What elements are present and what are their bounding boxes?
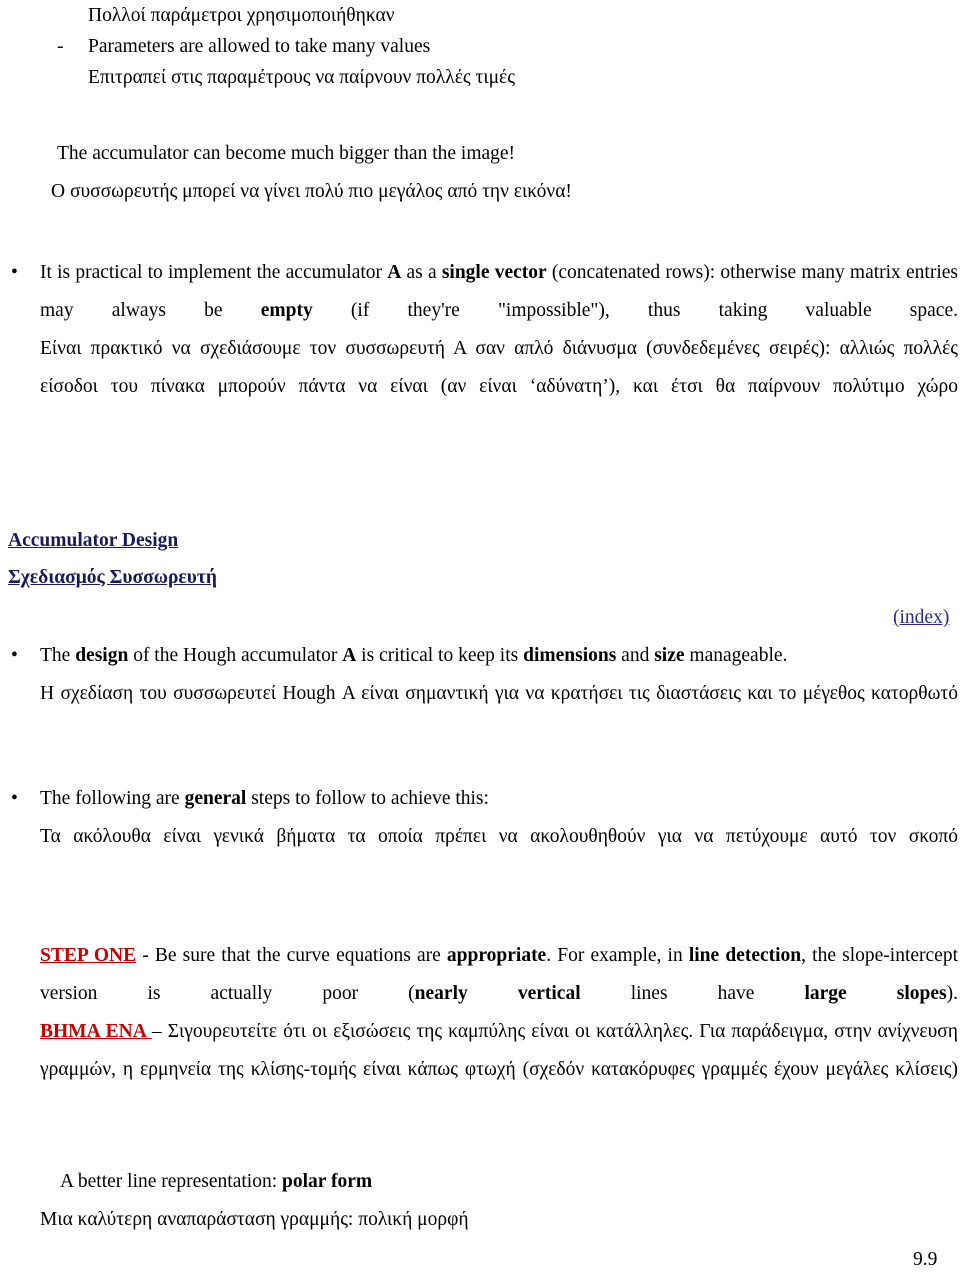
general-steps-greek-paragraph: Τα ακόλουθα είναι γενικά βήματα τα οποία… — [40, 826, 958, 847]
intro-greek-line-2: Επιτραπεί στις παραμέτρους να παίρνουν π… — [88, 67, 515, 88]
ad-bold-dimensions: dimensions — [523, 645, 617, 666]
gs-text-2: steps to follow to achieve this: — [246, 788, 489, 809]
intro-greek-line-3: Ο συσσωρευτής μπορεί να γίνει πολύ πιο μ… — [51, 181, 572, 202]
pf-bold-polar-form: polar form — [282, 1171, 373, 1192]
s1-bold-nearly-vertical: nearly vertical — [414, 983, 581, 1004]
ad-text-2: of the Hough accumulator — [128, 645, 343, 666]
s1-text-1: - Be sure that the curve equations are — [136, 945, 447, 966]
accumulator-design-greek-paragraph: Η σχεδίαση του συσσωρευτεί Hough Α είναι… — [40, 683, 958, 704]
practical-greek-paragraph: Είναι πρακτικό να σχεδιάσουμε τον συσσωρ… — [40, 338, 958, 397]
pf-text-1: A better line representation: — [60, 1171, 283, 1192]
gs-text-1: The following are — [40, 788, 185, 809]
index-link[interactable]: (index) — [893, 603, 949, 633]
ad-text-5: manageable. — [684, 645, 788, 666]
ad-bold-size: size — [654, 645, 685, 666]
dash-bullet-icon: - — [57, 36, 64, 57]
document-page: Πολλοί παράμετροι χρησιμοποιήθηκαν - Par… — [0, 0, 960, 1282]
bullet-icon-general-steps: • — [11, 788, 18, 809]
page-number: 9.9 — [913, 1249, 938, 1270]
ad-text-1: The — [40, 645, 76, 666]
accumulator-design-heading-greek[interactable]: Σχεδιασμός Συσσωρευτή — [8, 563, 217, 593]
s1-bold-appropriate: appropriate — [446, 945, 547, 966]
practical-text-4: (if they're "impossible"), thus taking v… — [312, 300, 958, 321]
practical-bold-single-vector: single vector — [441, 262, 547, 283]
ad-text-3: is critical to keep its — [356, 645, 524, 666]
s1-text-4: lines have — [580, 983, 805, 1004]
practical-text-2: as a — [401, 262, 442, 283]
s1-bold-large-slopes: large slopes — [804, 983, 947, 1004]
s1-greek-text: – Σιγουρευτείτε ότι οι εξισώσεις της καμ… — [40, 1021, 958, 1080]
practical-bold-empty: empty — [260, 300, 313, 321]
ad-bold-design: design — [75, 645, 129, 666]
ad-bold-a: A — [342, 645, 357, 666]
accumulator-design-english-line: The design of the Hough accumulator A is… — [40, 637, 787, 675]
s1-text-2: . For example, in — [546, 945, 689, 966]
intro-english-line-2: The accumulator can become much bigger t… — [57, 143, 516, 164]
bullet-icon-accumulator-design: • — [11, 645, 18, 666]
bullet-icon-practical: • — [11, 262, 18, 283]
s1-text-5: ). — [946, 983, 959, 1004]
step-one-label[interactable]: STEP ONE — [40, 945, 136, 966]
practical-text-1: It is practical to implement the accumul… — [40, 262, 388, 283]
step-one-greek-paragraph: ΒΗΜΑ ΕΝΑ – Σιγουρευτείτε ότι οι εξισώσει… — [40, 1013, 958, 1127]
step-one-label-greek[interactable]: ΒΗΜΑ ΕΝΑ — [40, 1021, 152, 1042]
accumulator-design-heading-english[interactable]: Accumulator Design — [8, 526, 178, 556]
practical-bold-a: A — [387, 262, 402, 283]
polar-form-greek-line: Μια καλύτερη αναπαράσταση γραμμής: πολικ… — [40, 1209, 469, 1230]
gs-bold-general: general — [184, 788, 247, 809]
ad-text-4: and — [616, 645, 655, 666]
general-steps-english-line: The following are general steps to follo… — [40, 780, 489, 818]
polar-form-english-line: A better line representation: polar form — [60, 1163, 372, 1201]
s1-bold-line-detection: line detection — [688, 945, 802, 966]
